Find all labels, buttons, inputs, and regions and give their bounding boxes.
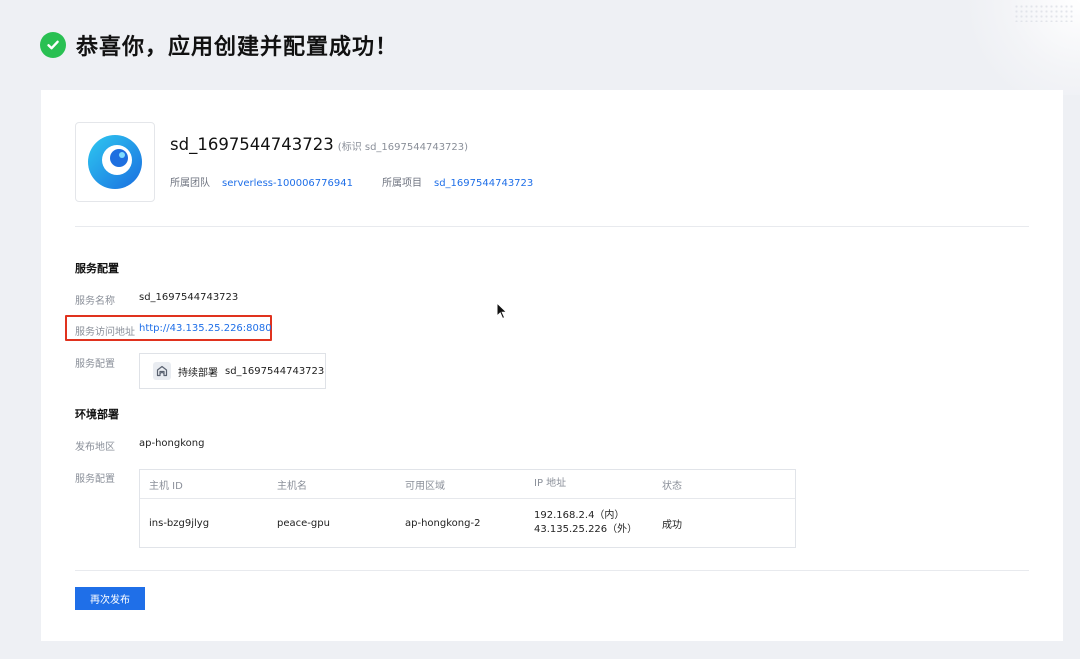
decorative-corner (950, 0, 1080, 95)
check-circle-icon (40, 32, 66, 58)
deploy-value: sd_1697544743723 (225, 365, 325, 377)
table-header: 主机 ID 主机名 可用区域 IP 地址 状态 (140, 470, 795, 499)
app-title: sd_1697544743723 (标识 sd_1697544743723) (170, 135, 468, 154)
service-name-value: sd_1697544743723 (139, 292, 239, 303)
host-id: ins-bzg9jlyg (149, 517, 210, 529)
hostname: peace-gpu (277, 517, 330, 529)
app-logo-icon (75, 122, 155, 202)
app-name: sd_1697544743723 (170, 135, 334, 154)
result-card: sd_1697544743723 (标识 sd_1697544743723) 所属… (41, 90, 1063, 641)
host-table: 主机 ID 主机名 可用区域 IP 地址 状态 ins-bzg9jlyg pea… (139, 469, 796, 548)
zone: ap-hongkong-2 (405, 517, 481, 529)
project-label: 所属项目 (382, 178, 422, 189)
service-section-title: 服务配置 (75, 262, 119, 275)
service-config-label: 服务配置 (75, 359, 115, 370)
app-identifier: (标识 sd_1697544743723) (337, 142, 469, 153)
ip-address: 192.168.2.4（内） 43.135.25.226（外） (525, 509, 653, 537)
header-status: 状态 (662, 480, 682, 492)
divider-bottom (75, 570, 1029, 571)
project-link[interactable]: sd_1697544743723 (434, 178, 533, 189)
header-hostname: 主机名 (277, 480, 307, 492)
team-meta: 所属团队 serverless-100006776941 (170, 174, 353, 189)
ip-inner: 192.168.2.4（内） (534, 510, 625, 521)
continuous-deploy-chip[interactable]: 持续部署 sd_1697544743723 (139, 353, 326, 389)
header-ip: IP 地址 (534, 478, 567, 489)
decorative-dots (1014, 4, 1074, 22)
region-value: ap-hongkong (139, 438, 205, 449)
header-zone: 可用区域 (405, 480, 445, 492)
service-url-link[interactable]: http://43.135.25.226:8080 (139, 323, 272, 334)
env-section-title: 环境部署 (75, 408, 119, 421)
page-header: 恭喜你，应用创建并配置成功！ (40, 28, 398, 62)
header-host-id: 主机 ID (149, 480, 183, 492)
service-name-label: 服务名称 (75, 296, 115, 307)
table-row: ins-bzg9jlyg peace-gpu ap-hongkong-2 192… (140, 499, 795, 547)
region-label: 发布地区 (75, 442, 115, 453)
project-meta: 所属项目 sd_1697544743723 (382, 174, 533, 189)
team-label: 所属团队 (170, 178, 210, 189)
team-link[interactable]: serverless-100006776941 (222, 178, 353, 189)
service-url-label: 服务访问地址 (75, 327, 135, 338)
deploy-icon (153, 362, 171, 380)
status-value: 成功 (662, 519, 682, 531)
mouse-cursor-icon (496, 301, 508, 324)
deploy-label: 持续部署 (178, 367, 218, 379)
divider-top (75, 226, 1029, 227)
ip-outer: 43.135.25.226（外） (534, 524, 638, 535)
env-config-label: 服务配置 (75, 474, 115, 485)
page-title: 恭喜你，应用创建并配置成功！ (76, 35, 399, 60)
republish-button[interactable]: 再次发布 (75, 587, 145, 610)
